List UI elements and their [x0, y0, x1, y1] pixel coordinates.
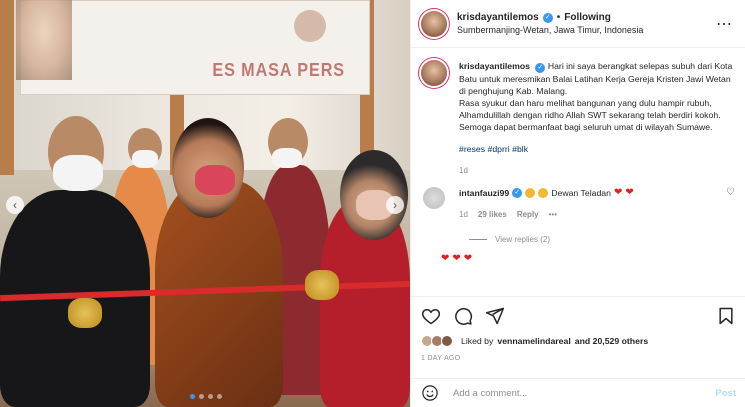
heart-emoji-icon: ❤ [441, 254, 450, 262]
caption-username[interactable]: krisdayantilemos [459, 61, 530, 71]
author-username[interactable]: krisdayantilemos [457, 12, 539, 23]
verified-badge-icon: ✓ [542, 12, 553, 23]
post-actions: Liked by vennamelindareal and 20,529 oth… [411, 296, 745, 362]
like-heart-icon[interactable] [421, 306, 441, 326]
separator-dot: • [556, 12, 561, 23]
comment: intanfauzi99 ✓ Dewan Teladan ❤ ❤ 1d 29 l… [421, 187, 735, 219]
comment-reply-button[interactable]: Reply [517, 210, 539, 219]
author-avatar[interactable] [421, 10, 447, 37]
comment-text: Dewan Teladan [551, 187, 611, 198]
post-button[interactable]: Post [715, 388, 736, 399]
more-options-icon[interactable]: ⋯ [716, 14, 733, 34]
caption: krisdayantilemos ✓ Hari ini saya berangk… [421, 60, 735, 177]
comment-bubble-icon[interactable] [453, 306, 473, 326]
carousel-dot [208, 394, 213, 399]
clap-emoji-icon [538, 187, 549, 198]
post-timestamp: 1 DAY AGO [421, 355, 461, 362]
carousel-dot [199, 394, 204, 399]
next-image-button[interactable]: › [386, 196, 404, 214]
view-replies[interactable]: View replies (2) [469, 235, 735, 244]
face-mask [195, 165, 235, 195]
location-link[interactable]: Sumbermanjing-Wetan, Jawa Timur, Indones… [457, 25, 716, 35]
clap-emoji-icon [525, 187, 536, 198]
comment-input[interactable] [453, 387, 716, 399]
face-mask [132, 150, 158, 168]
comment-more-icon[interactable]: ••• [549, 210, 557, 219]
replies-line [469, 239, 487, 240]
banner-seal [294, 10, 326, 42]
heart-emoji-icon: ❤ [452, 254, 461, 262]
likes-count[interactable]: and 20,529 others [575, 336, 648, 346]
view-replies-label[interactable]: View replies (2) [495, 235, 550, 244]
post-side-panel: krisdayantilemos ✓ • Following Sumberman… [410, 0, 745, 407]
liked-by: Liked by vennamelindareal and 20,529 oth… [421, 335, 736, 347]
comments-feed[interactable]: krisdayantilemos ✓ Hari ini saya berangk… [411, 48, 745, 293]
carousel-dot-active [190, 394, 195, 399]
following-button[interactable]: Following [564, 12, 611, 23]
liker-username[interactable]: vennamelindareal [497, 336, 570, 346]
verified-badge-icon: ✓ [535, 63, 546, 73]
banner-text: ES MASA PERS [212, 60, 346, 80]
liked-by-label: Liked by [461, 336, 494, 346]
heart-emoji-icon: ❤ [625, 187, 634, 198]
post-photo[interactable]: ES MASA PERS ‹ › [0, 0, 410, 407]
save-bookmark-icon[interactable] [716, 306, 736, 326]
carousel-dot [217, 394, 222, 399]
comment-like-icon[interactable]: ♡ [726, 187, 735, 219]
caption-age: 1d [459, 166, 468, 175]
face-mask [272, 148, 302, 168]
commenter-avatar[interactable] [423, 187, 445, 209]
comment-age: 1d [459, 210, 468, 219]
ribbon-bow [68, 298, 102, 328]
post-header: krisdayantilemos ✓ • Following Sumberman… [411, 0, 745, 48]
caption-text-2: Rasa syukur dan haru melihat bangunan ya… [459, 98, 721, 132]
banner-portrait [16, 0, 72, 80]
next-comment-partial: ❤ ❤ ❤ [441, 254, 735, 262]
emoji-smiley-icon[interactable] [421, 384, 439, 402]
caption-avatar[interactable] [421, 60, 447, 86]
share-paper-plane-icon[interactable] [485, 306, 505, 326]
add-comment-bar: Post [411, 378, 745, 407]
face-mask [53, 155, 103, 191]
commenter-username[interactable]: intanfauzi99 [459, 188, 509, 198]
ribbon-bow [305, 270, 339, 300]
photo-pillar [0, 0, 14, 175]
heart-emoji-icon: ❤ [463, 254, 473, 262]
liker-avatar [441, 335, 453, 347]
verified-badge-icon: ✓ [512, 187, 523, 198]
caption-hashtags[interactable]: #reses #dprri #blk [459, 143, 735, 155]
heart-emoji-icon: ❤ [613, 187, 623, 198]
prev-image-button[interactable]: ‹ [6, 196, 24, 214]
comment-likes[interactable]: 29 likes [478, 210, 507, 219]
carousel-dots [190, 394, 222, 399]
